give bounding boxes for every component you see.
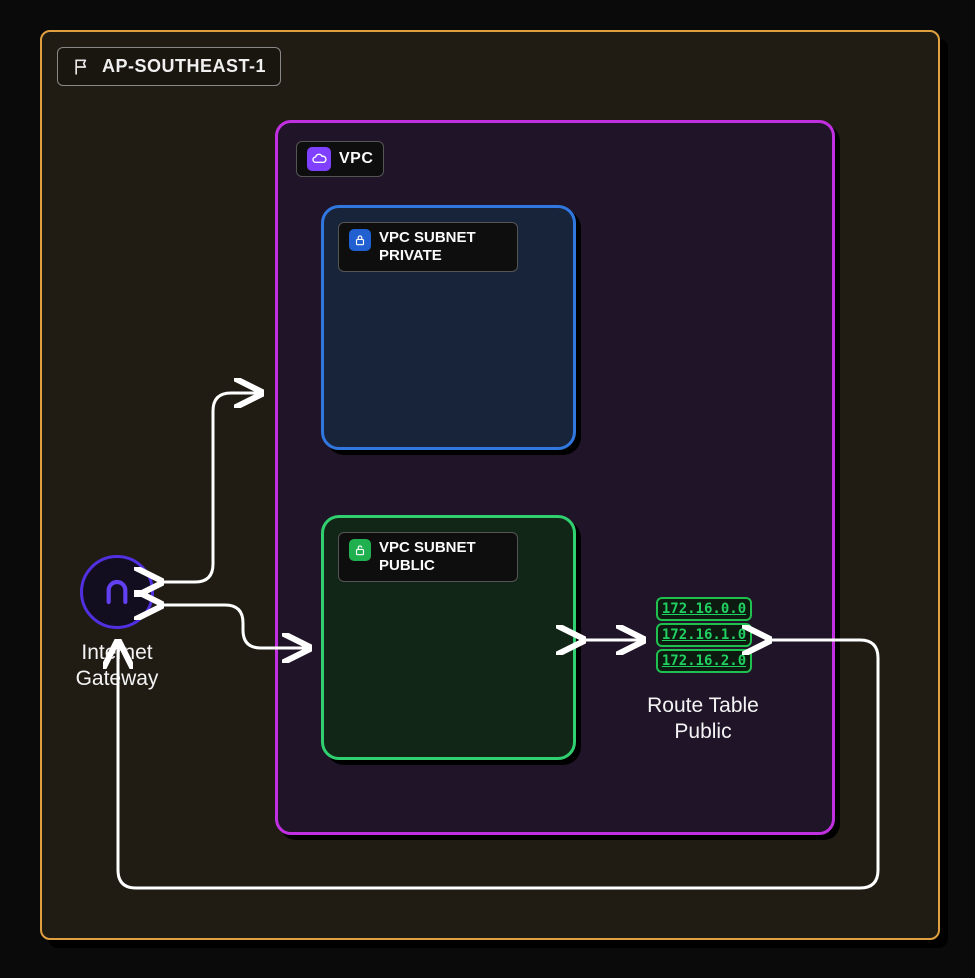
route-table-label: Route Table Public (628, 693, 778, 746)
subnet-public-name: VPC SUBNET PUBLIC (379, 539, 507, 575)
region-name: AP-SOUTHEAST-1 (102, 56, 266, 77)
internet-gateway-icon (97, 572, 137, 612)
internet-gateway-label: Internet Gateway (62, 640, 172, 693)
vpc-name: VPC (339, 150, 373, 168)
subnet-private-label: VPC SUBNET PRIVATE (338, 222, 518, 272)
vpc-icon (307, 147, 331, 171)
lock-open-icon (349, 539, 371, 561)
lock-closed-icon (349, 229, 371, 251)
route-table-node: 172.16.0.0 172.16.1.0 172.16.2.0 (656, 597, 752, 673)
route-row: 172.16.1.0 (656, 623, 752, 647)
subnet-public: VPC SUBNET PUBLIC (321, 515, 576, 760)
route-row: 172.16.2.0 (656, 649, 752, 673)
subnet-private: VPC SUBNET PRIVATE (321, 205, 576, 450)
vpc-label: VPC (296, 141, 384, 177)
route-row: 172.16.0.0 (656, 597, 752, 621)
diagram-canvas: AP-SOUTHEAST-1 VPC VPC SUBNET PRIVATE (0, 0, 975, 978)
internet-gateway-node (80, 555, 154, 629)
flag-icon (72, 57, 92, 77)
region-label: AP-SOUTHEAST-1 (57, 47, 281, 86)
subnet-public-label: VPC SUBNET PUBLIC (338, 532, 518, 582)
subnet-private-name: VPC SUBNET PRIVATE (379, 229, 507, 265)
